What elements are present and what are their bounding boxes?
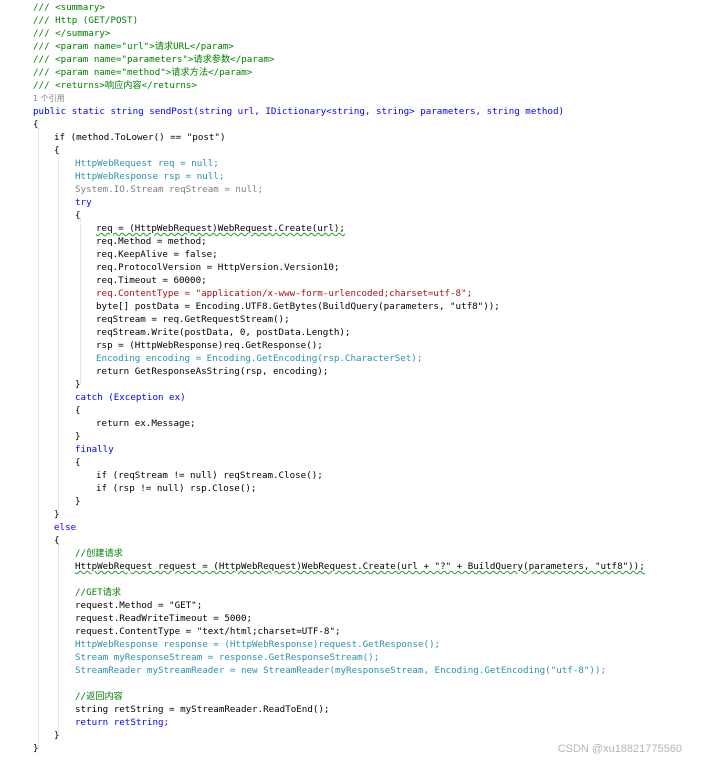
response-stream-line: Stream myResponseStream = response.GetRe…	[75, 652, 380, 663]
close-rsp-line: if (rsp != null) rsp.Close();	[96, 483, 257, 494]
get-response-line: rsp = (HttpWebResponse)req.GetResponse()…	[96, 340, 323, 351]
doc-comment-line: /// <param name="method">请求方法</param>	[33, 67, 253, 78]
doc-comment-line: /// </summary>	[33, 28, 111, 39]
indent-guide	[38, 128, 39, 748]
doc-comment-line: /// Http (GET/POST)	[33, 15, 139, 26]
comment-line: //返回内容	[75, 691, 123, 702]
brace: {	[75, 405, 81, 416]
brace: }	[75, 496, 81, 507]
return-message-line: return ex.Message;	[96, 418, 196, 429]
brace: }	[54, 730, 60, 741]
brace: }	[75, 431, 81, 442]
decl-rsp-line: HttpWebResponse rsp = null;	[75, 171, 225, 182]
request-method-line: request.Method = "GET";	[75, 600, 203, 611]
brace: {	[33, 119, 39, 130]
get-request-create-line: HttpWebRequest request = (HttpWebRequest…	[75, 561, 645, 572]
close-stream-line: if (reqStream != null) reqStream.Close()…	[96, 470, 323, 481]
brace: {	[54, 145, 60, 156]
indent-guide	[80, 218, 81, 383]
brace: }	[54, 509, 60, 520]
req-keepalive-line: req.KeepAlive = false;	[96, 249, 218, 260]
decl-req-line: HttpWebRequest req = null;	[75, 158, 219, 169]
code-editor[interactable]: /// <summary> /// Http (GET/POST) /// </…	[0, 0, 706, 761]
return-ret-line: return retString;	[75, 717, 170, 728]
comment-line: //创建请求	[75, 548, 123, 559]
post-data-line: byte[] postData = Encoding.UTF8.GetBytes…	[96, 301, 500, 312]
decl-stream-line: System.IO.Stream reqStream = null;	[75, 184, 264, 195]
doc-comment-line: /// <returns>响应内容</returns>	[33, 80, 197, 91]
brace: {	[75, 210, 81, 221]
doc-comment-line: /// <param name="url">请求URL</param>	[33, 41, 234, 52]
else-keyword: else	[54, 522, 77, 533]
try-keyword: try	[75, 197, 92, 208]
req-method-line: req.Method = method;	[96, 236, 207, 247]
brace: }	[33, 743, 39, 754]
req-protocol-line: req.ProtocolVersion = HttpVersion.Versio…	[96, 262, 340, 273]
req-timeout-line: req.Timeout = 60000;	[96, 275, 207, 286]
doc-comment-line: /// <summary>	[33, 2, 105, 13]
brace: }	[75, 379, 81, 390]
brace: {	[75, 457, 81, 468]
write-stream-line: reqStream.Write(postData, 0, postData.Le…	[96, 327, 351, 338]
comment-line: //GET请求	[75, 587, 122, 598]
request-timeout-line: request.ReadWriteTimeout = 5000;	[75, 613, 253, 624]
indent-guide	[58, 544, 59, 734]
catch-keyword: catch (Exception ex)	[75, 392, 186, 403]
doc-comment-line: /// <param name="parameters">请求参数</param…	[33, 54, 275, 65]
response-decl-line: HttpWebResponse response = (HttpWebRespo…	[75, 639, 441, 650]
brace: {	[54, 535, 60, 546]
indent-guide	[58, 153, 59, 513]
reference-count-link[interactable]: 1 个引用	[33, 92, 65, 105]
req-create-line: req = (HttpWebRequest)WebRequest.Create(…	[96, 223, 345, 234]
method-signature: public static string sendPost(string url…	[33, 106, 565, 117]
encoding-decl-line: Encoding encoding = Encoding.GetEncoding…	[96, 353, 423, 364]
request-contenttype-line: request.ContentType = "text/html;charset…	[75, 626, 341, 637]
return-as-string-line: return GetResponseAsString(rsp, encoding…	[96, 366, 329, 377]
stream-reader-line: StreamReader myStreamReader = new Stream…	[75, 665, 607, 676]
watermark: CSDN @xu18821775560	[557, 743, 682, 755]
req-contenttype-line: req.ContentType = "application/x-www-for…	[96, 288, 473, 299]
if-post-line: if (method.ToLower() == "post")	[54, 132, 226, 143]
ret-string-line: string retString = myStreamReader.ReadTo…	[75, 704, 330, 715]
finally-keyword: finally	[75, 444, 114, 455]
get-stream-line: reqStream = req.GetRequestStream();	[96, 314, 290, 325]
